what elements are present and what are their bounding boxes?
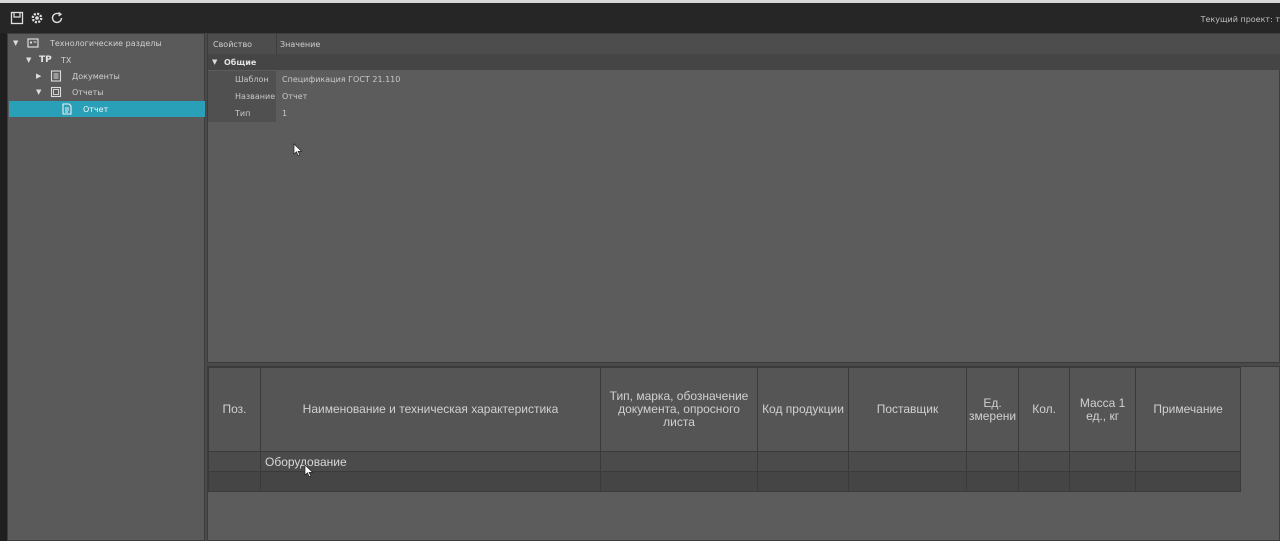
property-row-template[interactable]: Шаблон Спецификация ГОСТ 21.110 xyxy=(208,71,1280,88)
property-name: Шаблон xyxy=(208,71,276,88)
tree-item-documents[interactable]: ▶ Документы xyxy=(9,68,205,84)
reports-icon xyxy=(50,86,62,98)
table-row[interactable] xyxy=(208,471,1242,492)
column-header-name[interactable]: Наименование и техническая характеристик… xyxy=(260,367,601,452)
property-value[interactable]: Спецификация ГОСТ 21.110 xyxy=(282,75,400,84)
column-header-code[interactable]: Код продукции xyxy=(757,367,849,452)
properties-panel: Свойство Значение ▼ Общие Шаблон Специфи… xyxy=(207,33,1280,363)
table-cell[interactable] xyxy=(757,471,849,492)
table-cell[interactable] xyxy=(600,451,758,472)
tree-item-tx[interactable]: ▼ ТР ТХ xyxy=(9,52,205,68)
tree-item-label: Отчет xyxy=(83,104,109,114)
gear-icon[interactable] xyxy=(30,11,44,25)
table-cell[interactable] xyxy=(965,451,1020,472)
column-header-type[interactable]: Тип, марка, обозначение документа, опрос… xyxy=(600,367,758,452)
tree-item-label: ТХ xyxy=(61,55,72,65)
project-tree: ▼ Технологические разделы ▼ ТР ТХ ▶ Доку… xyxy=(7,33,205,541)
table-cell[interactable] xyxy=(848,451,967,472)
table-header-row: Поз. Наименование и техническая характер… xyxy=(208,367,1242,452)
table-cell[interactable] xyxy=(600,471,758,492)
table-cell[interactable] xyxy=(965,471,1020,492)
group-label: Общие xyxy=(224,58,257,67)
tree-item-label: Отчеты xyxy=(72,87,104,97)
expand-arrow-icon[interactable]: ▼ xyxy=(13,39,18,47)
property-row-type[interactable]: Тип 1 xyxy=(208,105,1280,122)
tree-item-report[interactable]: Отчет xyxy=(9,101,205,117)
expand-arrow-icon[interactable]: ▼ xyxy=(36,88,41,96)
report-icon xyxy=(61,103,73,115)
toolbar: Текущий проект: т xyxy=(0,3,1280,33)
tree-item-label: Технологические разделы xyxy=(50,38,162,48)
refresh-icon[interactable] xyxy=(50,11,64,25)
property-row-name[interactable]: Название Отчет xyxy=(208,88,1280,105)
table-cell[interactable] xyxy=(208,471,261,492)
property-name: Название xyxy=(208,88,276,105)
table-row[interactable]: Оборудование xyxy=(208,451,1242,472)
property-name: Тип xyxy=(208,105,276,122)
value-column-header: Значение xyxy=(280,40,321,49)
mouse-cursor-icon xyxy=(293,143,303,157)
tree-item-technological-sections[interactable]: ▼ Технологические разделы xyxy=(9,35,205,51)
mouse-cursor-icon xyxy=(304,464,314,478)
tree-item-label: Документы xyxy=(72,71,120,81)
property-value[interactable]: Отчет xyxy=(282,92,307,101)
table-cell[interactable] xyxy=(1069,471,1137,492)
documents-icon xyxy=(50,70,62,82)
property-group-general[interactable]: ▼ Общие xyxy=(208,54,1280,70)
column-header-position[interactable]: Поз. xyxy=(208,367,261,452)
table-cell[interactable] xyxy=(757,451,849,472)
expand-arrow-icon[interactable]: ▼ xyxy=(212,58,217,66)
table-cell[interactable] xyxy=(1069,451,1137,472)
section-code: ТР xyxy=(39,55,52,65)
collapse-arrow-icon[interactable]: ▶ xyxy=(36,72,41,80)
table-cell[interactable] xyxy=(1135,451,1242,472)
table-cell[interactable] xyxy=(848,471,967,492)
column-header-quantity[interactable]: Кол. xyxy=(1018,367,1071,452)
column-divider xyxy=(276,34,277,54)
specification-table: Поз. Наименование и техническая характер… xyxy=(208,367,1242,492)
table-cell[interactable] xyxy=(208,451,261,472)
property-column-header: Свойство xyxy=(213,40,253,49)
tree-item-reports[interactable]: ▼ Отчеты xyxy=(9,84,205,100)
table-cell[interactable] xyxy=(1018,451,1071,472)
column-header-supplier[interactable]: Поставщик xyxy=(848,367,967,452)
save-icon[interactable] xyxy=(10,11,24,25)
expand-arrow-icon[interactable]: ▼ xyxy=(26,56,31,64)
property-value[interactable]: 1 xyxy=(282,109,287,118)
table-cell[interactable] xyxy=(1135,471,1242,492)
folder-tree-icon xyxy=(27,37,39,49)
specification-table-panel: Поз. Наименование и техническая характер… xyxy=(207,366,1280,541)
table-cell[interactable] xyxy=(1018,471,1071,492)
properties-header: Свойство Значение xyxy=(208,34,1280,54)
current-project-label: Текущий проект: т xyxy=(1200,15,1280,24)
column-header-unit[interactable]: Ед. змерени xyxy=(965,367,1020,452)
column-header-mass[interactable]: Масса 1 ед., кг xyxy=(1069,367,1137,452)
left-edge-strip xyxy=(0,33,7,541)
column-header-note[interactable]: Примечание xyxy=(1135,367,1242,452)
